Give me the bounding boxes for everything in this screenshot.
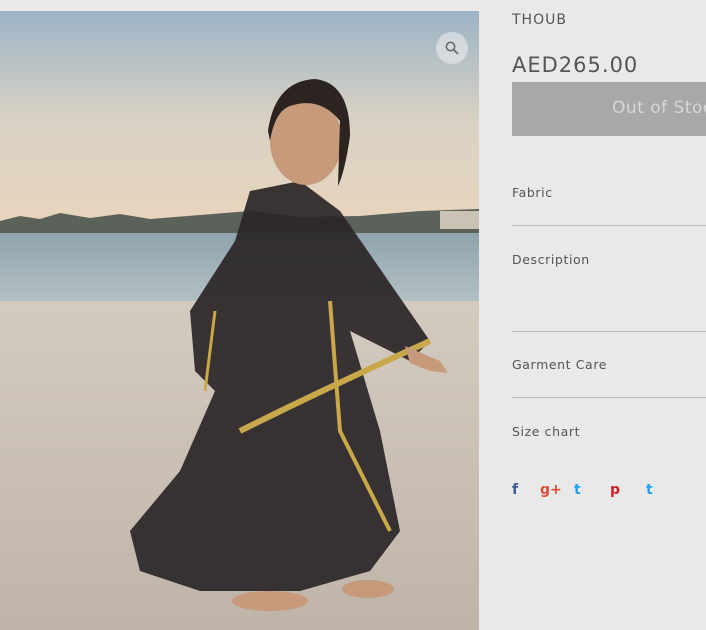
- out-of-stock-button[interactable]: Out of Stock: [512, 82, 706, 136]
- divider: [512, 225, 706, 226]
- product-info: THOUB AED265.00 Out of Stock Fabric Desc…: [512, 0, 706, 630]
- divider: [512, 397, 706, 398]
- product-price: AED265.00: [512, 53, 639, 77]
- tumblr-icon[interactable]: t: [646, 480, 653, 500]
- section-description[interactable]: Description: [512, 252, 706, 267]
- section-fabric[interactable]: Fabric: [512, 185, 706, 200]
- twitter-icon[interactable]: t: [574, 480, 581, 500]
- share-bar: f g+ t p t: [512, 480, 706, 500]
- product-image[interactable]: [0, 11, 479, 630]
- product-name: THOUB: [512, 12, 567, 28]
- magnifier-icon: [445, 41, 459, 55]
- facebook-icon[interactable]: f: [512, 480, 518, 500]
- divider: [512, 331, 706, 332]
- product-photo-art: [0, 11, 479, 630]
- google-plus-icon[interactable]: g+: [540, 480, 562, 500]
- zoom-button[interactable]: [436, 32, 468, 64]
- section-garment-care[interactable]: Garment Care: [512, 357, 706, 372]
- pinterest-icon[interactable]: p: [610, 480, 620, 500]
- section-size-chart[interactable]: Size chart: [512, 424, 706, 439]
